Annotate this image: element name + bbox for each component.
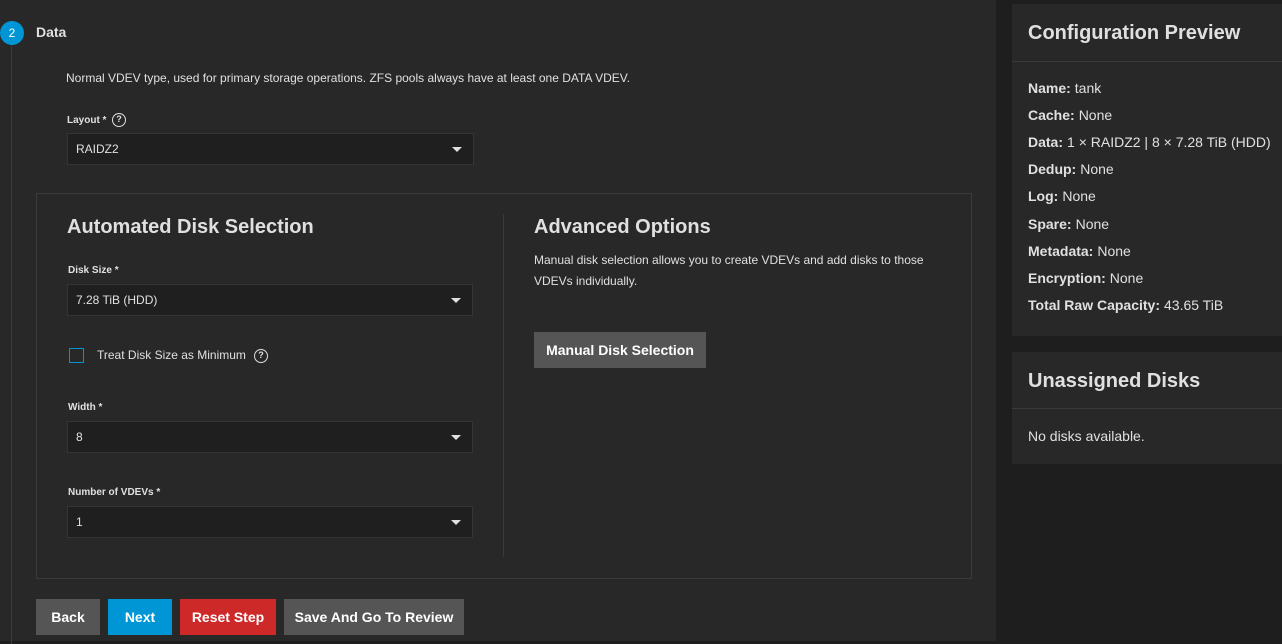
chevron-down-icon [451, 435, 461, 440]
width-label: Width * [68, 402, 103, 413]
step-title[interactable]: Data [36, 24, 66, 40]
no-disks-text: No disks available. [1028, 428, 1145, 444]
preview-row-dedup: Dedup: None [1028, 161, 1114, 177]
preview-key: Name: [1028, 80, 1071, 96]
disk-size-select[interactable]: 7.28 TiB (HDD) [67, 284, 473, 316]
advanced-options-description: Manual disk selection allows you to crea… [534, 253, 924, 288]
preview-value: None [1078, 107, 1113, 123]
preview-row-data: Data: 1 × RAIDZ2 | 8 × 7.28 TiB (HDD) [1028, 134, 1271, 150]
layout-label: Layout * [67, 115, 107, 126]
preview-key: Total Raw Capacity: [1028, 297, 1160, 313]
width-value: 8 [76, 430, 83, 444]
preview-key: Dedup: [1028, 161, 1077, 177]
preview-value: None [1109, 270, 1144, 286]
preview-key: Metadata: [1028, 243, 1094, 259]
number-of-vdevs-label: Number of VDEVs * [68, 487, 161, 498]
panel-divider [503, 214, 504, 557]
number-of-vdevs-select[interactable]: 1 [67, 506, 473, 538]
main-panel: 2 Data Normal VDEV type, used for primar… [0, 0, 996, 644]
card-divider [1012, 408, 1282, 409]
preview-key: Data: [1028, 134, 1064, 150]
treat-disk-size-as-minimum-checkbox[interactable] [69, 348, 84, 363]
number-of-vdevs-value: 1 [76, 515, 83, 529]
treat-disk-size-as-minimum-label[interactable]: Treat Disk Size as Minimum [97, 348, 246, 362]
next-button[interactable]: Next [108, 599, 172, 635]
reset-step-button[interactable]: Reset Step [180, 599, 276, 635]
unassigned-disks-title: Unassigned Disks [1028, 370, 1201, 392]
width-select[interactable]: 8 [67, 421, 473, 453]
chevron-down-icon [452, 147, 462, 152]
preview-value: None [1075, 216, 1110, 232]
preview-value: 43.65 TiB [1164, 297, 1224, 313]
preview-row-spare: Spare: None [1028, 216, 1109, 232]
stepper-line [11, 44, 12, 644]
preview-value: None [1062, 188, 1096, 204]
help-icon[interactable]: ? [254, 349, 268, 363]
step-number-badge: 2 [0, 21, 24, 45]
preview-key: Cache: [1028, 107, 1075, 123]
chevron-down-icon [451, 298, 461, 303]
save-and-go-to-review-button[interactable]: Save And Go To Review [284, 599, 464, 635]
manual-disk-selection-button[interactable]: Manual Disk Selection [534, 332, 706, 368]
preview-row-encryption: Encryption: None [1028, 270, 1143, 286]
preview-row-log: Log: None [1028, 188, 1096, 204]
step-description: Normal VDEV type, used for primary stora… [66, 71, 631, 85]
automated-disk-selection-title: Automated Disk Selection [67, 216, 314, 238]
configuration-preview-card: Configuration Preview Name: tank Cache: No… [1012, 4, 1282, 336]
configuration-preview-title: Configuration Preview [1028, 22, 1241, 44]
preview-row-name: Name: tank [1028, 80, 1101, 96]
unassigned-disks-card: Unassigned Disks No disks available. [1012, 352, 1282, 464]
layout-select-value: RAIDZ2 [76, 142, 119, 156]
help-icon[interactable]: ? [112, 113, 126, 127]
disk-size-value: 7.28 TiB (HDD) [76, 293, 158, 307]
card-divider [1012, 61, 1282, 62]
preview-value: None [1097, 243, 1131, 259]
preview-value: 1 × RAIDZ2 | 8 × 7.28 TiB (HDD) [1067, 134, 1271, 150]
advanced-options-title: Advanced Options [534, 216, 711, 238]
preview-key: Encryption: [1028, 270, 1106, 286]
layout-select[interactable]: RAIDZ2 [67, 133, 474, 165]
back-button[interactable]: Back [36, 599, 100, 635]
preview-row-cache: Cache: None [1028, 107, 1112, 123]
preview-row-total-raw-capacity: Total Raw Capacity: 43.65 TiB [1028, 297, 1223, 313]
disk-size-label: Disk Size * [68, 265, 119, 276]
preview-value: tank [1074, 80, 1102, 96]
chevron-down-icon [451, 520, 461, 525]
preview-value: None [1080, 161, 1114, 177]
preview-row-metadata: Metadata: None [1028, 243, 1131, 259]
preview-key: Log: [1028, 188, 1059, 204]
preview-key: Spare: [1028, 216, 1072, 232]
